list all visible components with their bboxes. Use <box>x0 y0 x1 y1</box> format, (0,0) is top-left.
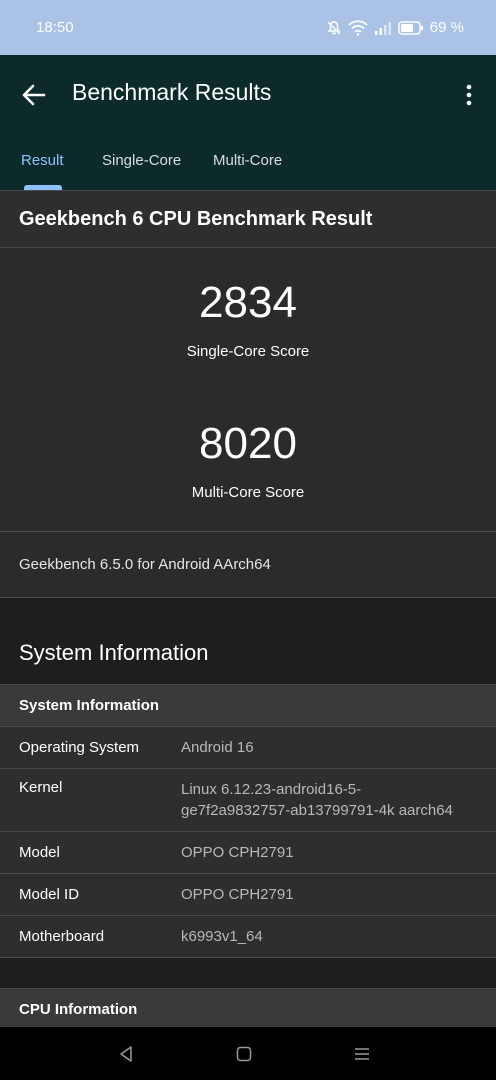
system-info-table-header: System Information <box>0 685 496 726</box>
row-value-line: Linux 6.12.23-android16-5- <box>181 781 362 798</box>
score-block: 2834 Single-Core Score 8020 Multi-Core S… <box>0 248 496 531</box>
multi-core-score-label: Multi-Core Score <box>191 484 305 501</box>
row-key: Kernel <box>19 779 63 796</box>
table-row: Operating System Android 16 <box>0 727 496 768</box>
cpu-info-table-header: CPU Information <box>0 989 496 1027</box>
table-row: Model OPPO CPH2791 <box>0 832 496 873</box>
row-key: Operating System <box>19 739 140 756</box>
section-heading-block: System Information <box>0 598 496 684</box>
row-value: Linux 6.12.23-android16-5- ge7f2a9832757… <box>181 779 496 821</box>
tab-single-core[interactable]: Single-Core <box>102 152 181 169</box>
table-row: Model ID OPPO CPH2791 <box>0 874 496 915</box>
battery-icon <box>398 20 423 35</box>
nav-home-icon[interactable] <box>234 1044 254 1064</box>
nav-recents-icon[interactable] <box>352 1044 372 1064</box>
row-value: k6993v1_64 <box>181 928 263 945</box>
multi-core-score: 8020 <box>199 419 297 468</box>
row-value: OPPO CPH2791 <box>181 844 294 861</box>
tab-multi-core[interactable]: Multi-Core <box>213 152 282 169</box>
result-content[interactable]: Geekbench 6 CPU Benchmark Result 2834 Si… <box>0 190 496 1027</box>
version-info: Geekbench 6.5.0 for Android AArch64 <box>19 556 271 573</box>
tab-result[interactable]: Result <box>21 152 64 169</box>
arrow-left-icon[interactable] <box>18 79 50 111</box>
row-value: OPPO CPH2791 <box>181 886 294 903</box>
status-time: 18:50 <box>36 19 74 36</box>
battery-percent: 69 % <box>429 19 464 36</box>
single-core-score-label: Single-Core Score <box>186 343 310 360</box>
nav-back-icon[interactable] <box>116 1044 136 1064</box>
row-key: Model <box>19 844 60 861</box>
status-icons: 69 % <box>326 19 464 36</box>
status-bar: 18:50 69 % <box>0 0 496 55</box>
more-vert-icon[interactable] <box>458 79 480 111</box>
single-core-score: 2834 <box>199 278 297 327</box>
table-row: Motherboard k6993v1_64 <box>0 916 496 957</box>
row-key: Motherboard <box>19 928 105 945</box>
section-title: System Information <box>19 640 209 665</box>
app-bar: Benchmark Results Result Single-Core Mul… <box>0 55 496 190</box>
row-key: Model ID <box>19 886 80 903</box>
wifi-icon <box>348 19 368 36</box>
page-title: Benchmark Results <box>72 79 272 105</box>
mute-icon <box>327 20 341 35</box>
row-value-line: ge7f2a9832757-ab13799791-4k aarch64 <box>181 802 453 819</box>
result-header: Geekbench 6 CPU Benchmark Result <box>0 191 496 247</box>
system-nav-bar <box>0 1027 496 1080</box>
cellular-signal-icon <box>374 21 391 35</box>
table-row: Kernel Linux 6.12.23-android16-5- ge7f2a… <box>0 769 496 831</box>
row-value: Android 16 <box>181 739 254 756</box>
section-spacer <box>0 958 496 988</box>
